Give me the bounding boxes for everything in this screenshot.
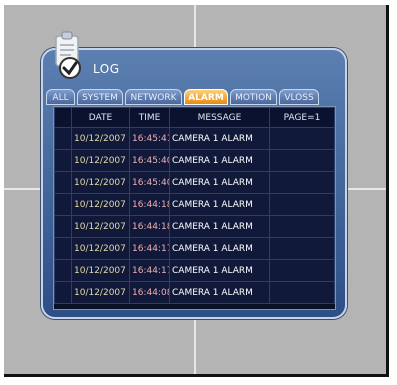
- row-marker: [54, 281, 72, 304]
- log-date: 10/12/2007: [71, 259, 130, 282]
- log-message: CAMERA 1 ALARM: [169, 259, 270, 282]
- screen-edge-bottom: [4, 374, 389, 377]
- log-date: 10/12/2007: [71, 127, 130, 150]
- table-row[interactable]: 10/12/2007 16:44:17 CAMERA 1 ALARM: [54, 259, 335, 282]
- log-date: 10/12/2007: [71, 171, 130, 194]
- screen-edge-right: [386, 5, 389, 377]
- row-extra: [269, 237, 335, 260]
- table-row[interactable]: 10/12/2007 16:45:41 CAMERA 1 ALARM: [54, 127, 335, 150]
- row-extra: [269, 215, 335, 238]
- tab-motion[interactable]: MOTION: [230, 89, 277, 105]
- row-marker: [54, 171, 72, 194]
- row-extra: [269, 193, 335, 216]
- log-time: 16:45:40: [129, 171, 170, 194]
- title-bar: LOG: [43, 31, 345, 84]
- log-table: DATE TIME MESSAGE PAGE=1 10/12/2007 16:4…: [54, 107, 335, 304]
- clipboard-check-icon: [55, 31, 81, 79]
- table-row[interactable]: 10/12/2007 16:44:08 CAMERA 1 ALARM: [54, 281, 335, 304]
- row-marker: [54, 149, 72, 172]
- table-row[interactable]: 10/12/2007 16:44:17 CAMERA 1 ALARM: [54, 237, 335, 260]
- tab-system[interactable]: SYSTEM: [77, 89, 123, 105]
- row-marker: [54, 193, 72, 216]
- table-row[interactable]: 10/12/2007 16:45:40 CAMERA 1 ALARM: [54, 149, 335, 172]
- log-message: CAMERA 1 ALARM: [169, 171, 270, 194]
- log-date: 10/12/2007: [71, 215, 130, 238]
- row-extra: [269, 171, 335, 194]
- row-marker: [54, 215, 72, 238]
- log-message: CAMERA 1 ALARM: [169, 127, 270, 150]
- table-header-row: DATE TIME MESSAGE PAGE=1: [54, 107, 335, 128]
- header-blank: [54, 107, 72, 128]
- header-date: DATE: [71, 107, 130, 128]
- tab-all[interactable]: ALL: [46, 89, 75, 105]
- log-date: 10/12/2007: [71, 281, 130, 304]
- log-time: 16:44:17: [129, 237, 170, 260]
- log-message: CAMERA 1 ALARM: [169, 237, 270, 260]
- tab-vloss[interactable]: VLOSS: [279, 89, 319, 105]
- log-time: 16:44:18: [129, 193, 170, 216]
- row-marker: [54, 127, 72, 150]
- tab-network[interactable]: NETWORK: [125, 89, 182, 105]
- log-table-container: DATE TIME MESSAGE PAGE=1 10/12/2007 16:4…: [53, 106, 336, 310]
- header-time: TIME: [129, 107, 170, 128]
- log-window: LOG ALL SYSTEM NETWORK ALARM MOTION VLOS…: [41, 31, 347, 319]
- row-marker: [54, 259, 72, 282]
- row-extra: [269, 259, 335, 282]
- table-row[interactable]: 10/12/2007 16:45:40 CAMERA 1 ALARM: [54, 171, 335, 194]
- log-filter-tabs: ALL SYSTEM NETWORK ALARM MOTION VLOSS: [46, 89, 340, 107]
- log-time: 16:44:08: [129, 281, 170, 304]
- log-message: CAMERA 1 ALARM: [169, 193, 270, 216]
- header-page: PAGE=1: [269, 107, 335, 128]
- log-message: CAMERA 1 ALARM: [169, 149, 270, 172]
- table-row[interactable]: 10/12/2007 16:44:18 CAMERA 1 ALARM: [54, 193, 335, 216]
- log-time: 16:44:18: [129, 215, 170, 238]
- log-time: 16:44:17: [129, 259, 170, 282]
- row-extra: [269, 281, 335, 304]
- table-row[interactable]: 10/12/2007 16:44:18 CAMERA 1 ALARM: [54, 215, 335, 238]
- row-marker: [54, 237, 72, 260]
- header-message: MESSAGE: [169, 107, 270, 128]
- log-date: 10/12/2007: [71, 237, 130, 260]
- log-time: 16:45:41: [129, 127, 170, 150]
- log-time: 16:45:40: [129, 149, 170, 172]
- window-title: LOG: [93, 62, 120, 76]
- log-message: CAMERA 1 ALARM: [169, 281, 270, 304]
- dvr-screen: LOG ALL SYSTEM NETWORK ALARM MOTION VLOS…: [4, 5, 389, 377]
- row-extra: [269, 127, 335, 150]
- tab-alarm[interactable]: ALARM: [184, 89, 228, 105]
- log-message: CAMERA 1 ALARM: [169, 215, 270, 238]
- log-date: 10/12/2007: [71, 193, 130, 216]
- row-extra: [269, 149, 335, 172]
- log-date: 10/12/2007: [71, 149, 130, 172]
